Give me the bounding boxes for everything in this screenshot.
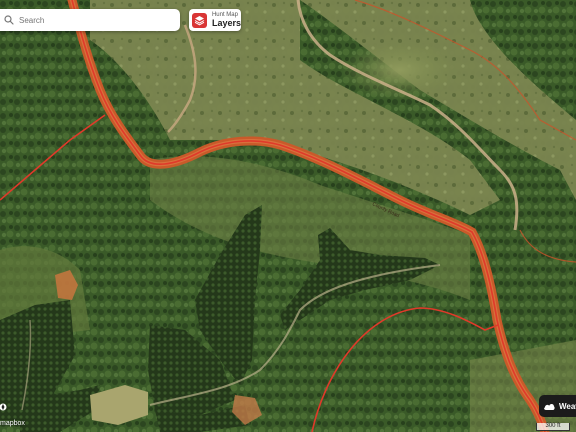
mapbox-attribution[interactable]: mapbox	[0, 420, 25, 427]
layers-icon	[192, 12, 207, 28]
search-icon	[4, 15, 14, 25]
satellite-map[interactable]: County Road	[0, 0, 576, 432]
layers-label: Layers	[211, 18, 241, 28]
weather-label: Weather	[559, 401, 576, 411]
search-box[interactable]	[0, 9, 180, 31]
compass-icon[interactable]	[0, 402, 8, 412]
weather-icon	[544, 403, 555, 410]
weather-button[interactable]: Weather	[539, 395, 576, 417]
scale-bar: 300 ft	[536, 423, 570, 431]
layers-button[interactable]: Hunt Map Layers	[189, 9, 241, 31]
search-input[interactable]	[19, 15, 169, 25]
